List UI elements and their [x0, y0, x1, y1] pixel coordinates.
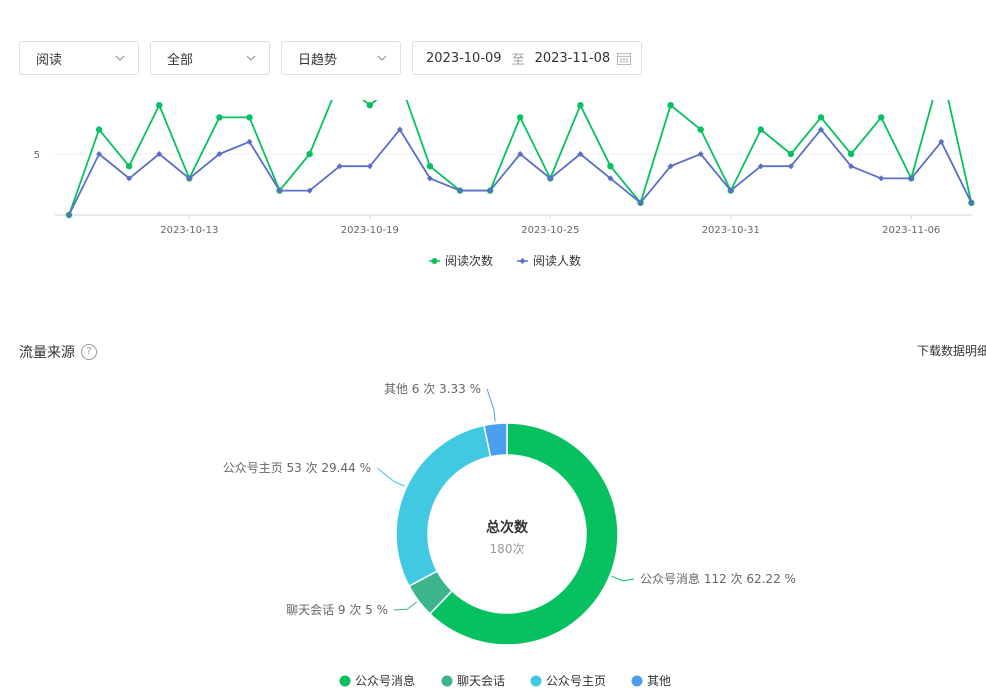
data-point — [607, 163, 614, 170]
data-point — [817, 114, 825, 121]
legend-label: 其他 — [647, 674, 671, 688]
metric-select-value: 阅读 — [36, 52, 63, 68]
data-point — [517, 114, 524, 121]
donut-center-title: 总次数 — [486, 519, 529, 536]
pie-chart: 公众号消息 112 次 62.22 % 聊天会话 9 次 5 % 公众号主页 53 … — [223, 382, 796, 688]
data-point — [757, 126, 765, 133]
data-point — [878, 175, 885, 182]
data-point — [216, 114, 223, 121]
data-point — [306, 150, 313, 158]
series-reader-count — [66, 126, 975, 218]
y-tick-label: 5 — [34, 150, 40, 161]
slice-leader-line — [611, 575, 635, 582]
slice-label: 公众号消息 112 次 62.22 % — [640, 571, 796, 586]
legend-marker — [339, 675, 351, 687]
x-tick-label: 2023-10-31 — [702, 225, 760, 236]
legend-label: 阅读次数 — [445, 253, 493, 268]
x-tick-label: 2023-10-13 — [160, 225, 218, 236]
filter-bar: 阅读 全部 日趋势 2023-10-09 至 2023-11-08 — [0, 0, 986, 100]
legend-label: 公众号主页 — [546, 674, 606, 688]
data-point — [877, 114, 885, 121]
pie-legend: 公众号消息 聊天会话 公众号主页 其他 — [339, 673, 671, 688]
date-separator: 至 — [511, 52, 525, 68]
legend-marker — [519, 258, 526, 264]
slice-leader-line — [486, 388, 496, 422]
metric-select[interactable]: 阅读 — [19, 41, 139, 75]
slice-label: 其他 6 次 3.33 % — [384, 382, 481, 396]
data-point — [787, 150, 795, 158]
slice-label: 公众号主页 53 次 29.44 % — [223, 461, 371, 475]
legend-marker — [530, 675, 542, 687]
data-point — [246, 114, 253, 121]
x-tick-label: 2023-11-06 — [882, 225, 940, 236]
donut-center-value: 180次 — [490, 542, 525, 556]
chevron-down-icon — [115, 55, 125, 61]
date-end[interactable]: 2023-11-08 — [535, 51, 611, 66]
date-start[interactable]: 2023-10-09 — [426, 51, 502, 66]
data-point — [426, 163, 434, 170]
traffic-source-title-text: 流量来源 — [19, 345, 75, 361]
legend-label: 阅读人数 — [533, 253, 581, 268]
legend-label: 公众号消息 — [355, 673, 415, 688]
line-legend: 阅读次数 阅读人数 — [429, 253, 581, 268]
legend-marker — [441, 675, 453, 687]
donut-slice — [395, 424, 492, 588]
data-point — [697, 126, 704, 133]
download-data-link[interactable]: 下载数据明细 — [917, 342, 986, 359]
data-point — [125, 163, 133, 170]
x-tick-label: 2023-10-25 — [521, 225, 579, 236]
chevron-down-icon — [246, 55, 256, 61]
data-point — [156, 102, 163, 109]
data-point — [667, 102, 674, 109]
calendar-icon — [617, 53, 631, 65]
data-point — [847, 150, 855, 158]
data-point — [577, 102, 584, 109]
data-point — [95, 126, 103, 133]
scope-select-value: 全部 — [167, 52, 194, 68]
date-range-picker[interactable]: 2023-10-09 至 2023-11-08 — [412, 41, 642, 75]
legend-marker — [431, 258, 438, 264]
legend-label: 聊天会话 — [457, 674, 505, 688]
granularity-select[interactable]: 日趋势 — [281, 41, 401, 75]
x-tick-label: 2023-10-19 — [341, 225, 399, 236]
data-point — [366, 102, 373, 109]
slice-leader-line — [376, 467, 405, 487]
slice-leader-line — [393, 601, 418, 611]
traffic-source-title: 流量来源 ? — [19, 342, 97, 362]
granularity-select-value: 日趋势 — [298, 52, 338, 68]
help-icon[interactable]: ? — [81, 344, 97, 360]
slice-label: 聊天会话 9 次 5 % — [286, 603, 388, 617]
series-line — [68, 128, 973, 216]
scope-select[interactable]: 全部 — [150, 41, 270, 75]
chevron-down-icon — [377, 55, 387, 61]
legend-marker — [631, 675, 643, 687]
